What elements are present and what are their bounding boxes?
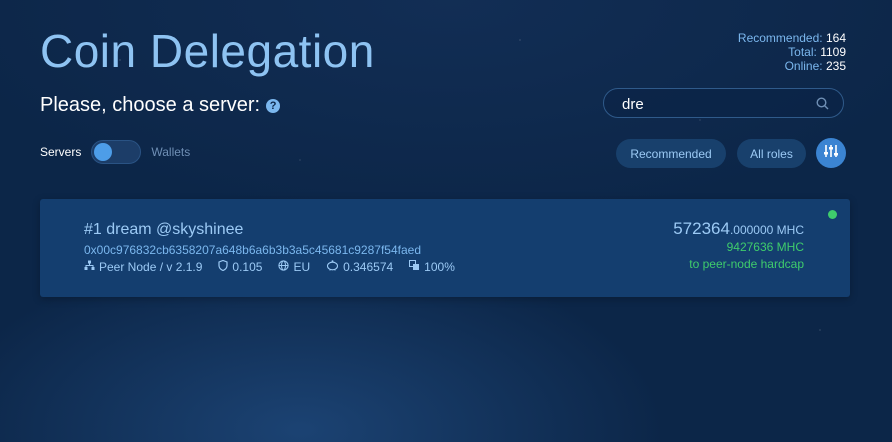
server-stats: Recommended: 164 Total: 1109 Online: 235 [738, 31, 846, 73]
choose-server-prompt: Please, choose a server: ? [40, 94, 281, 117]
network-icon [84, 260, 95, 274]
stat-total-value: 1109 [820, 45, 846, 59]
toggle-label-servers[interactable]: Servers [40, 145, 81, 159]
server-region: EU [278, 260, 310, 274]
all-roles-filter-button[interactable]: All roles [737, 139, 806, 168]
server-role: Peer Node / v 2.1.9 [84, 260, 202, 274]
choose-server-label: Please, choose a server: [40, 94, 261, 116]
server-meta: Peer Node / v 2.1.9 0.105 EU 0.346574 10… [84, 259, 471, 274]
shield-icon [218, 259, 229, 274]
search-input[interactable] [620, 89, 814, 119]
hardcap-amount: 9427636 MHC [726, 240, 804, 254]
recommended-filter-button[interactable]: Recommended [616, 139, 726, 168]
search-icon[interactable] [816, 97, 829, 115]
globe-icon [278, 260, 290, 274]
page-title: Coin Delegation [40, 25, 375, 77]
stat-online-value: 235 [825, 59, 846, 73]
stat-recommended: Recommended: 164 [737, 31, 846, 45]
layers-icon [409, 260, 420, 274]
switch-knob [94, 143, 113, 161]
piggy-bank-icon [326, 260, 339, 274]
online-status-dot [828, 210, 837, 219]
stat-online: Online: 235 [784, 59, 846, 73]
server-rating: 0.105 [218, 259, 262, 274]
hardcap-label: to peer-node hardcap [689, 257, 804, 271]
filter-settings-button[interactable] [816, 138, 846, 168]
server-delegation: 572364.000000 MHC 9427636 MHC to peer-no… [673, 219, 804, 273]
server-title: #1 dream @skyshinee [84, 221, 244, 238]
search-box[interactable] [603, 88, 844, 119]
server-card[interactable]: #1 dream @skyshinee 0x00c976832cb6358207… [40, 199, 850, 297]
servers-wallets-toggle: Servers Wallets [40, 140, 190, 164]
delegated-amount: 572364.000000 MHC [673, 219, 804, 238]
servers-wallets-switch[interactable] [91, 140, 142, 164]
help-icon[interactable]: ? [266, 98, 281, 113]
server-address: 0x00c976832cb6358207a648b6a6b3b3a5c45681… [84, 243, 421, 257]
toggle-label-wallets[interactable]: Wallets [151, 145, 190, 159]
server-percent: 100% [409, 260, 455, 274]
stat-total: Total: 1109 [788, 45, 846, 59]
stat-recommended-value: 164 [825, 31, 846, 45]
sliders-icon [823, 143, 839, 164]
server-fee: 0.346574 [326, 260, 393, 274]
